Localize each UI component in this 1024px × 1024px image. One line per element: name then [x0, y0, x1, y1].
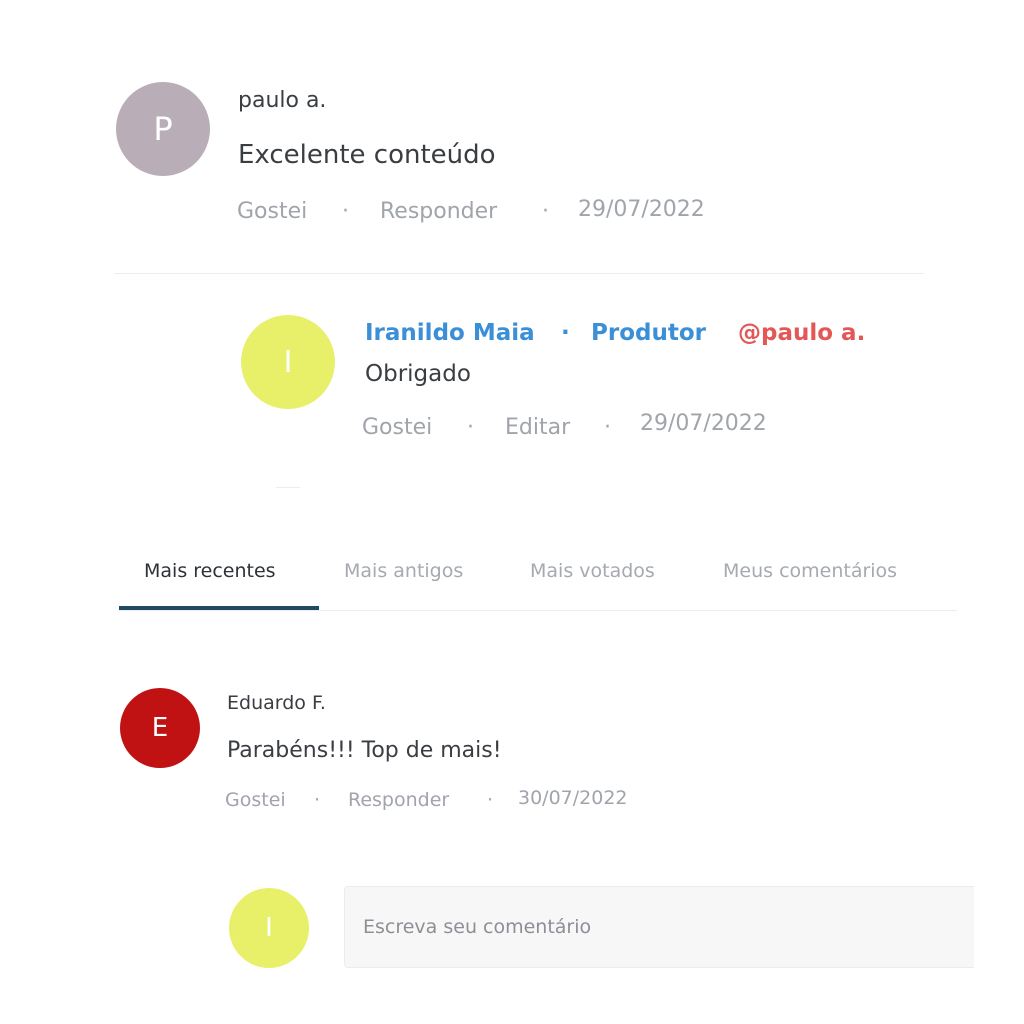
like-button[interactable]: Gostei: [362, 415, 432, 440]
separator-dot: ·: [342, 199, 349, 224]
avatar-eduardo: E: [120, 688, 200, 768]
reply-author-link[interactable]: Iranildo Maia: [365, 320, 535, 346]
mention-link[interactable]: @paulo a.: [738, 320, 865, 346]
reply-text: Obrigado: [365, 361, 471, 387]
avatar-initial: I: [283, 344, 293, 380]
separator-dot: ·: [314, 789, 321, 811]
comments-page: P paulo a. Excelente conteúdo Gostei · R…: [0, 0, 1024, 1024]
sort-tabs: Mais recentes Mais antigos Mais votados …: [119, 550, 957, 611]
tab-most-recent[interactable]: Mais recentes: [144, 560, 276, 582]
avatar-iranildo: I: [241, 315, 335, 409]
tab-my-comments[interactable]: Meus comentários: [723, 560, 897, 582]
avatar-initial: I: [265, 913, 273, 943]
separator-dot: ·: [542, 199, 549, 224]
like-button[interactable]: Gostei: [237, 199, 307, 224]
avatar-initial: E: [151, 713, 169, 743]
reply-date: 29/07/2022: [640, 411, 767, 436]
edit-button[interactable]: Editar: [505, 415, 570, 440]
reply-button[interactable]: Responder: [380, 199, 497, 224]
avatar-current-user: I: [229, 888, 309, 968]
active-tab-indicator: [119, 606, 319, 610]
avatar-paulo: P: [116, 82, 210, 176]
tab-most-voted[interactable]: Mais votados: [530, 560, 655, 582]
tab-oldest[interactable]: Mais antigos: [344, 560, 463, 582]
comment-author: paulo a.: [238, 88, 327, 113]
comment-date: 29/07/2022: [578, 197, 705, 222]
divider: [276, 487, 300, 488]
separator-dot: ·: [561, 320, 570, 346]
divider: [114, 273, 924, 274]
author-role-badge: Produtor: [591, 320, 706, 346]
separator-dot: ·: [467, 415, 474, 440]
like-button[interactable]: Gostei: [225, 789, 286, 811]
separator-dot: ·: [487, 789, 494, 811]
comment-text: Excelente conteúdo: [238, 140, 496, 170]
comment-date: 30/07/2022: [518, 787, 628, 809]
separator-dot: ·: [604, 415, 611, 440]
avatar-initial: P: [153, 110, 173, 148]
comment-author: Eduardo F.: [227, 692, 326, 714]
comment-text: Parabéns!!! Top de mais!: [227, 738, 502, 763]
reply-button[interactable]: Responder: [348, 789, 449, 811]
comment-input[interactable]: [344, 886, 974, 968]
